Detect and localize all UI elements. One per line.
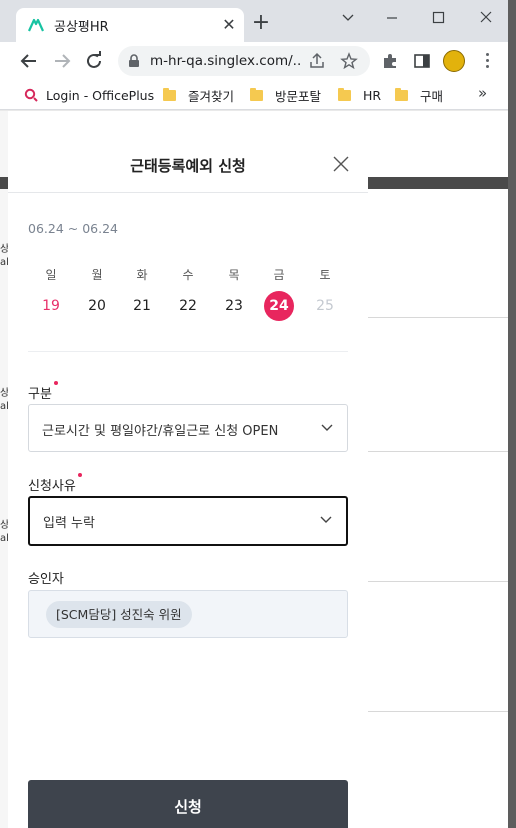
- profile-avatar[interactable]: [443, 50, 465, 72]
- window-close-button[interactable]: [474, 8, 498, 28]
- browser-tab[interactable]: 공상평HR ✕: [16, 8, 244, 42]
- bookmark-label: 방문포탈: [275, 88, 322, 104]
- more-bookmarks-button[interactable]: »: [478, 84, 487, 102]
- weekday-label: 화: [136, 268, 148, 282]
- calendar-day-disabled: 25: [316, 298, 334, 314]
- reload-icon[interactable]: [83, 50, 105, 72]
- close-icon[interactable]: [331, 154, 351, 174]
- approver-field: [SCM담당] 성진숙 위원: [28, 590, 348, 638]
- divider: [368, 581, 508, 582]
- new-tab-button[interactable]: +: [250, 12, 272, 34]
- weekday-label: 토: [319, 268, 331, 282]
- bookmark-officeplus[interactable]: Login - OfficePlus: [24, 85, 154, 105]
- category-select-value: 근로시간 및 평일야간/휴일근로 신청 OPEN: [42, 424, 279, 439]
- window-frame-edge: [508, 0, 516, 828]
- folder-icon: [250, 87, 263, 101]
- reason-select-value: 입력 누락: [43, 516, 95, 531]
- bookmark-folder-favorites[interactable]: 즐겨찾기: [163, 85, 234, 105]
- forward-arrow-icon[interactable]: [51, 50, 73, 72]
- divider: [368, 711, 508, 712]
- browser-menu-icon[interactable]: [480, 51, 494, 71]
- required-indicator: [54, 381, 58, 385]
- bookmark-label: HR: [363, 87, 382, 103]
- approver-label: 승인자: [28, 572, 64, 587]
- bookmark-folder-hr[interactable]: HR: [338, 85, 381, 105]
- chevron-down-icon: [320, 516, 332, 523]
- share-icon[interactable]: [308, 52, 326, 70]
- browser-titlebar: 공상평HR ✕ +: [0, 0, 516, 42]
- background-header-strip: [0, 177, 8, 189]
- modal-title: 근태등록예외 신청: [130, 157, 246, 175]
- weekday-label: 금: [273, 268, 285, 282]
- weekday-label: 일: [45, 268, 57, 282]
- divider: [368, 451, 508, 452]
- background-page-right: [368, 111, 508, 828]
- tab-close-icon[interactable]: ✕: [220, 15, 238, 34]
- side-panel-icon[interactable]: [413, 52, 431, 70]
- submit-button[interactable]: 신청: [28, 780, 348, 828]
- url-text[interactable]: m-hr-qa.singlex.com/...: [150, 53, 300, 69]
- calendar-day-selected[interactable]: 24: [264, 291, 294, 321]
- calendar-day[interactable]: 21: [127, 291, 157, 321]
- bookmark-star-icon[interactable]: [340, 52, 358, 70]
- bookmarks-bar: Login - OfficePlus 즐겨찾기 방문포탈 HR 구매: [0, 80, 516, 110]
- reason-select[interactable]: 입력 누락: [28, 496, 348, 546]
- weekday-label: 목: [228, 268, 240, 282]
- attendance-exception-modal: 근태등록예외 신청 06.24 ~ 06.24 일 월 화 수 목 금 토 19…: [8, 111, 368, 828]
- bookmark-label: Login - OfficePlus: [46, 87, 155, 103]
- approver-chip[interactable]: [SCM담당] 성진숙 위원: [46, 601, 192, 628]
- app-logo-icon: [28, 18, 44, 32]
- lock-icon[interactable]: [128, 54, 140, 68]
- divider: [368, 317, 508, 318]
- bookmark-label: 구매: [420, 88, 444, 104]
- background-header-strip: [368, 177, 508, 189]
- tab-title: 공상평HR: [54, 20, 109, 35]
- weekday-label: 수: [182, 268, 194, 282]
- category-select[interactable]: 근로시간 및 평일야간/휴일근로 신청 OPEN: [28, 404, 348, 452]
- calendar-day[interactable]: 22: [173, 291, 203, 321]
- date-period: 06.24 ~ 06.24: [28, 221, 118, 236]
- chevron-down-icon: [321, 424, 333, 431]
- extensions-puzzle-icon[interactable]: [381, 52, 399, 70]
- bookmark-label: 즐겨찾기: [188, 88, 235, 104]
- calendar-day[interactable]: 19: [36, 291, 66, 321]
- folder-icon: [163, 87, 176, 101]
- browser-toolbar: m-hr-qa.singlex.com/...: [0, 42, 516, 80]
- bookmark-folder-visit-portal[interactable]: 방문포탈: [250, 85, 321, 105]
- folder-icon: [395, 87, 408, 101]
- address-bar[interactable]: m-hr-qa.singlex.com/...: [118, 46, 370, 76]
- maximize-button[interactable]: [426, 8, 450, 28]
- bookmark-folder-purchase[interactable]: 구매: [395, 85, 443, 105]
- calendar-day[interactable]: 20: [82, 291, 112, 321]
- officeplus-icon: [24, 88, 38, 102]
- back-arrow-icon[interactable]: [18, 50, 40, 72]
- divider: [28, 351, 348, 352]
- calendar-day[interactable]: 23: [219, 291, 249, 321]
- reason-label: 신청사유: [28, 479, 76, 494]
- modal-header: 근태등록예외 신청: [8, 111, 368, 193]
- weekday-label: 월: [91, 268, 103, 282]
- background-page-left: [0, 111, 8, 828]
- tab-search-icon[interactable]: [336, 8, 360, 28]
- minimize-button[interactable]: [380, 8, 404, 28]
- required-indicator: [78, 473, 82, 477]
- category-label: 구분: [28, 387, 52, 402]
- folder-icon: [338, 87, 351, 101]
